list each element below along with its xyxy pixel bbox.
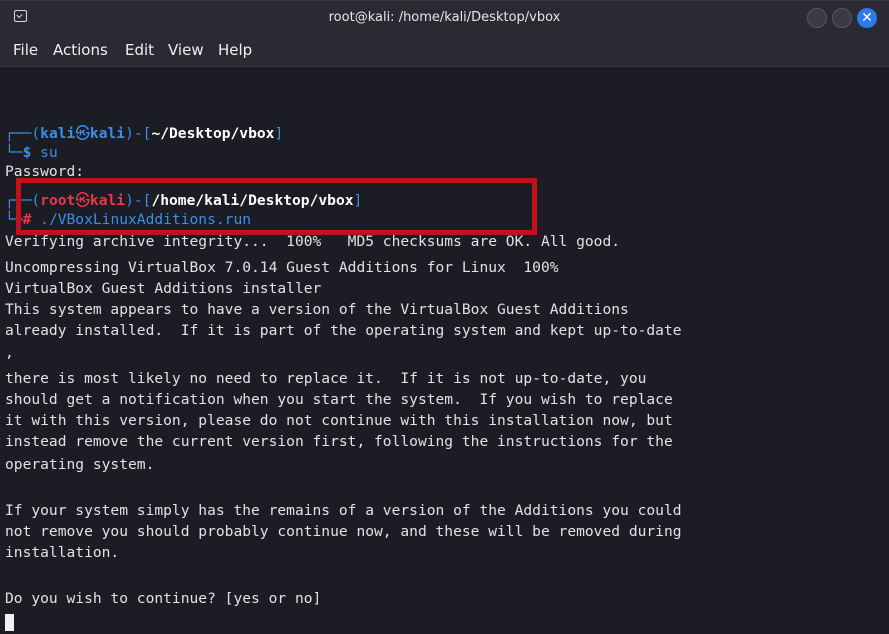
terminal-window: root@kali: /home/kali/Desktop/vbox ✕ Fil…: [0, 0, 889, 634]
command-line-su: └─$ su: [5, 144, 58, 161]
output-line: Uncompressing VirtualBox 7.0.14 Guest Ad…: [5, 259, 559, 276]
close-button[interactable]: ✕: [857, 8, 877, 28]
output-line: This system appears to have a version of…: [5, 301, 629, 318]
menu-bar: File Actions Edit View Help: [0, 34, 889, 67]
menu-edit[interactable]: Edit: [125, 41, 154, 59]
menu-view[interactable]: View: [168, 41, 204, 59]
output-line: ,: [5, 344, 14, 361]
annotation-highlight-box: [16, 178, 537, 235]
terminal-output[interactable]: [0, 67, 877, 634]
output-line: not remove you should probably continue …: [5, 523, 682, 540]
terminal-scrollbar[interactable]: [877, 67, 889, 634]
menu-file[interactable]: File: [13, 41, 38, 59]
window-title: root@kali: /home/kali/Desktop/vbox: [328, 10, 561, 25]
maximize-button[interactable]: [832, 8, 852, 28]
output-line: there is most likely no need to replace …: [5, 370, 647, 387]
output-line: Do you wish to continue? [yes or no]: [5, 590, 322, 607]
output-line: VirtualBox Guest Additions installer: [5, 280, 322, 297]
menu-help[interactable]: Help: [218, 41, 252, 59]
text-cursor: [5, 614, 14, 631]
prompt-line-kali: ┌──(kali㉿kali)-[~/Desktop/vbox]: [5, 125, 284, 142]
close-icon: ✕: [861, 10, 873, 26]
output-line: it with this version, please do not cont…: [5, 412, 673, 429]
output-line: installation.: [5, 544, 120, 561]
menu-actions[interactable]: Actions: [53, 41, 108, 59]
output-line: If your system simply has the remains of…: [5, 502, 682, 519]
output-line: instead remove the current version first…: [5, 433, 673, 450]
title-bar[interactable]: root@kali: /home/kali/Desktop/vbox ✕: [0, 0, 889, 35]
output-line: should get a notification when you start…: [5, 391, 673, 408]
output-line: operating system.: [5, 456, 155, 473]
output-line: already installed. If it is part of the …: [5, 322, 682, 339]
minimize-button[interactable]: [807, 8, 827, 28]
